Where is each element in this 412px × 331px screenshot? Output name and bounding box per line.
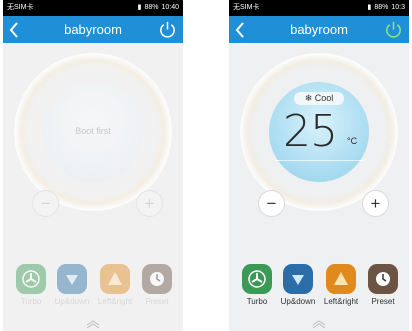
function-bar: Turbo Up&down Left&right Preset xyxy=(229,264,409,314)
plus-button[interactable]: + xyxy=(362,190,389,217)
leftright-swing-icon xyxy=(326,264,356,294)
updown-button[interactable]: Up&down xyxy=(276,264,320,306)
preset-label: Preset xyxy=(145,297,169,306)
status-bar: 无SIM卡 ▮ 88% 10:40 xyxy=(3,0,183,16)
time-text: 10:3 xyxy=(391,4,405,11)
mode-label: Cool xyxy=(314,93,334,103)
mode-badge: ❄ Cool xyxy=(294,92,344,105)
updown-swing-icon xyxy=(283,264,313,294)
page-title: babyroom xyxy=(64,22,122,37)
chevron-up-icon[interactable] xyxy=(3,316,183,331)
leftright-label: Left&right xyxy=(97,297,133,306)
boot-first-text: Boot first xyxy=(75,126,111,136)
dial-divider xyxy=(275,160,363,161)
updown-swing-icon xyxy=(57,264,87,294)
plus-button[interactable]: + xyxy=(136,190,163,217)
snowflake-icon: ❄ xyxy=(304,93,313,103)
power-icon[interactable] xyxy=(158,20,177,39)
turbo-fan-icon xyxy=(16,264,46,294)
app-bar: babyroom xyxy=(3,16,183,43)
signal-icon: ▮ xyxy=(367,4,372,11)
chevron-up-icon[interactable] xyxy=(229,316,409,331)
right-screen: 无SIM卡 ▮ 88% 10:3 babyroom ❄ Cool 25 °C −… xyxy=(229,0,409,331)
temperature-dial: Boot first xyxy=(14,53,172,211)
temperature-dial: ❄ Cool 25 °C xyxy=(240,53,398,211)
dial-disc: Boot first xyxy=(43,82,143,182)
leftright-button[interactable]: Left&right xyxy=(319,264,363,306)
page-title: babyroom xyxy=(290,22,348,37)
time-text: 10:40 xyxy=(161,4,179,11)
turbo-fan-icon xyxy=(242,264,272,294)
minus-button[interactable]: − xyxy=(258,190,285,217)
leftright-button[interactable]: Left&right xyxy=(93,264,137,306)
leftright-label: Left&right xyxy=(323,297,359,306)
app-bar: babyroom xyxy=(229,16,409,43)
turbo-button[interactable]: Turbo xyxy=(235,264,279,306)
status-bar: 无SIM卡 ▮ 88% 10:3 xyxy=(229,0,409,16)
preset-button[interactable]: Preset xyxy=(361,264,405,306)
temperature-unit: °C xyxy=(347,136,358,146)
turbo-button[interactable]: Turbo xyxy=(9,264,53,306)
updown-button[interactable]: Up&down xyxy=(50,264,94,306)
carrier-text: 无SIM卡 xyxy=(233,4,260,11)
power-icon[interactable] xyxy=(384,20,403,39)
updown-label: Up&down xyxy=(54,297,90,306)
turbo-label: Turbo xyxy=(246,297,268,306)
updown-label: Up&down xyxy=(280,297,316,306)
clock-icon xyxy=(368,264,398,294)
dial-disc: ❄ Cool 25 °C xyxy=(269,82,369,182)
preset-button[interactable]: Preset xyxy=(135,264,179,306)
left-screen: 无SIM卡 ▮ 88% 10:40 babyroom Boot first − … xyxy=(3,0,183,331)
function-bar: Turbo Up&down Left&right Preset xyxy=(3,264,183,314)
temperature-value: 25 xyxy=(283,106,338,157)
turbo-label: Turbo xyxy=(20,297,42,306)
clock-icon xyxy=(142,264,172,294)
minus-button[interactable]: − xyxy=(32,190,59,217)
leftright-swing-icon xyxy=(100,264,130,294)
signal-icon: ▮ xyxy=(137,4,142,11)
carrier-text: 无SIM卡 xyxy=(7,4,34,11)
battery-text: 88% xyxy=(374,4,389,11)
preset-label: Preset xyxy=(371,297,395,306)
battery-text: 88% xyxy=(144,4,159,11)
